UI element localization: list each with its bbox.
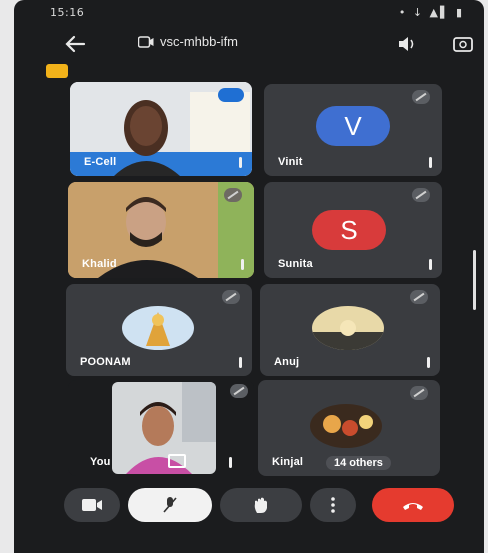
- self-view: [112, 382, 216, 474]
- speaking-indicator: [218, 88, 244, 102]
- participant-name: POONAM: [80, 356, 131, 368]
- mic-off-icon: [410, 290, 428, 304]
- meeting-header: vsc-mhbb-ifm: [28, 28, 484, 64]
- more-vert-icon[interactable]: [429, 259, 432, 270]
- participant-tile-vinit[interactable]: V Vinit: [264, 84, 442, 176]
- participant-name: Kinjal: [272, 456, 304, 468]
- participant-name: You: [90, 456, 111, 468]
- mic-off-icon: [410, 386, 428, 400]
- back-arrow-icon[interactable]: [64, 34, 86, 54]
- avatar: [122, 306, 194, 350]
- more-vert-icon[interactable]: [429, 157, 432, 168]
- mic-off-icon: [412, 188, 430, 202]
- avatar: S: [312, 210, 386, 250]
- participant-tile-you[interactable]: You: [68, 380, 254, 476]
- participant-tile-anuj[interactable]: Anuj: [260, 284, 440, 376]
- end-call-button[interactable]: [372, 488, 454, 522]
- end-call-icon: [403, 503, 423, 510]
- participant-name: Khalid: [82, 258, 117, 270]
- more-vert-icon: [331, 497, 335, 513]
- status-time: 15:16: [50, 6, 85, 19]
- more-vert-icon[interactable]: [239, 357, 242, 368]
- meeting-code[interactable]: vsc-mhbb-ifm: [138, 34, 238, 49]
- participant-tile-poonam[interactable]: POONAM: [66, 284, 252, 376]
- camera-icon[interactable]: [168, 454, 186, 468]
- more-options-button[interactable]: [310, 488, 356, 522]
- call-controls: [64, 488, 484, 528]
- mic-off-icon: [230, 384, 248, 398]
- scroll-handle[interactable]: [473, 250, 476, 310]
- avatar: V: [316, 106, 390, 146]
- raise-hand-button[interactable]: [220, 488, 302, 522]
- status-bar: 15:16 • ↓ ▲▌ ▮: [42, 4, 472, 24]
- mic-off-icon: [224, 188, 242, 202]
- speaker-icon[interactable]: [396, 34, 418, 54]
- more-vert-icon[interactable]: [427, 357, 430, 368]
- avatar: [310, 404, 382, 448]
- participant-name: Vinit: [278, 156, 303, 168]
- mic-toggle-button[interactable]: [128, 488, 212, 522]
- mic-off-icon: [412, 90, 430, 104]
- more-vert-icon[interactable]: [241, 259, 244, 270]
- recording-badge: [46, 64, 68, 78]
- hand-icon: [254, 497, 267, 513]
- status-icons: • ↓ ▲▌ ▮: [398, 6, 464, 19]
- participant-tile-khalid[interactable]: Khalid: [68, 182, 254, 278]
- more-vert-icon[interactable]: [229, 457, 232, 468]
- participant-tile-sunita[interactable]: S Sunita: [264, 182, 442, 278]
- participant-name: Sunita: [278, 258, 313, 270]
- participant-tile-e-cell[interactable]: E-Cell: [70, 82, 252, 176]
- meeting-code-text: vsc-mhbb-ifm: [160, 34, 239, 49]
- switch-camera-icon[interactable]: [452, 34, 474, 54]
- mic-off-icon: [163, 497, 177, 513]
- mic-off-icon: [222, 290, 240, 304]
- participant-tile-kinjal-others[interactable]: Kinjal 14 others: [258, 380, 440, 476]
- meeting-camera-icon: [138, 35, 154, 48]
- camera-toggle-button[interactable]: [64, 488, 120, 522]
- others-count: 14 others: [326, 456, 391, 470]
- participant-name: Anuj: [274, 356, 300, 368]
- more-vert-icon[interactable]: [239, 157, 242, 168]
- participant-name: E-Cell: [84, 156, 117, 168]
- video-camera-icon: [82, 499, 102, 511]
- avatar: [312, 306, 384, 350]
- phone-screen: 15:16 • ↓ ▲▌ ▮ vsc-mhbb-ifm E-Cell V Vin…: [14, 0, 484, 553]
